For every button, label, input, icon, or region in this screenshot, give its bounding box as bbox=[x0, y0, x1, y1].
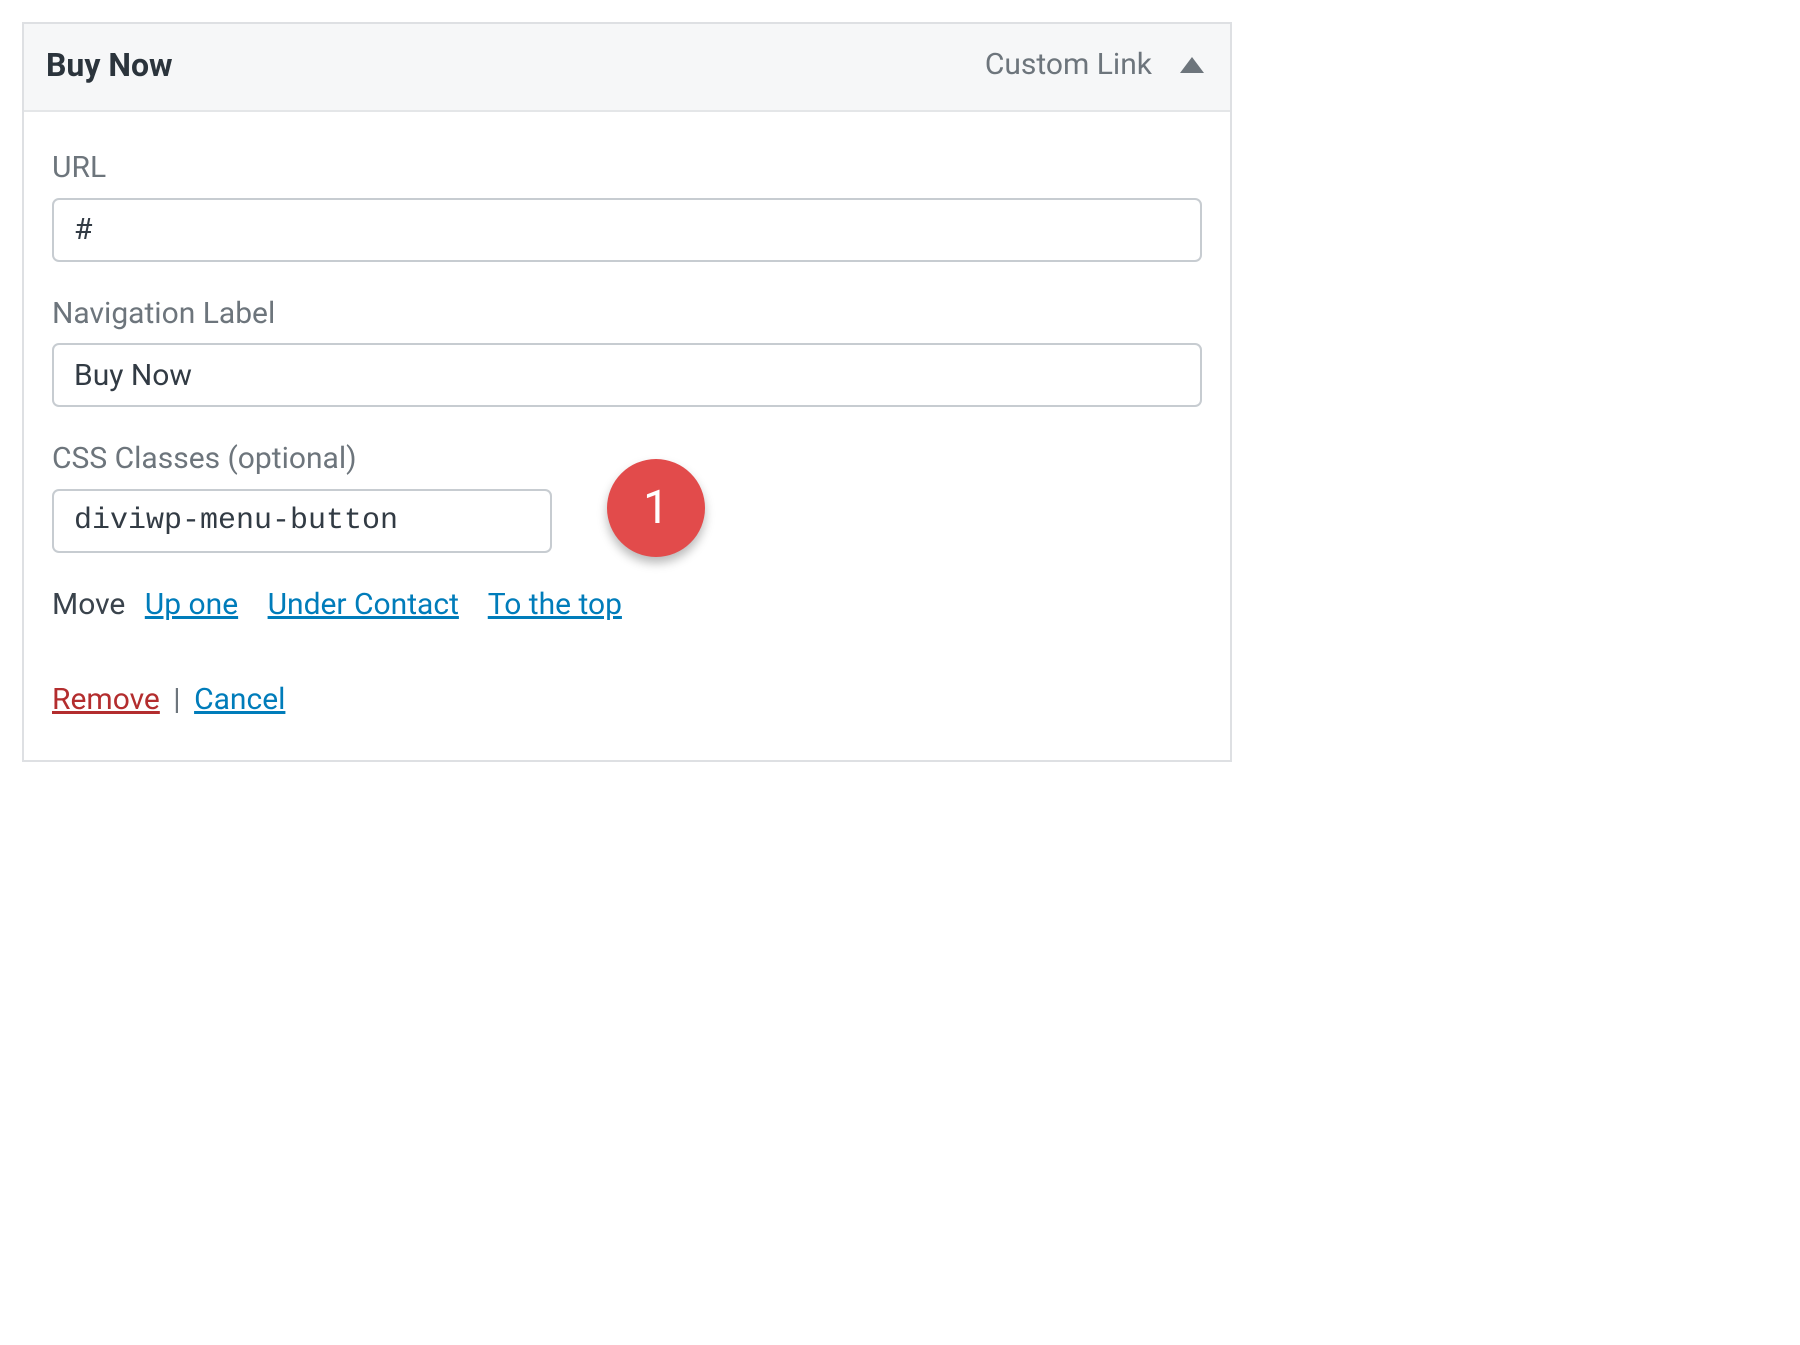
collapse-icon[interactable] bbox=[1180, 57, 1204, 73]
actions-row: Remove | Cancel bbox=[52, 678, 1202, 722]
nav-label-field-wrapper: Navigation Label bbox=[52, 292, 1202, 408]
move-under-link[interactable]: Under Contact bbox=[268, 587, 459, 622]
url-field-wrapper: URL bbox=[52, 146, 1202, 262]
menu-item-header-right: Custom Link bbox=[985, 43, 1204, 87]
css-classes-field-wrapper: CSS Classes (optional) 1 bbox=[52, 437, 1202, 553]
remove-link[interactable]: Remove bbox=[52, 682, 160, 717]
menu-item-panel: Buy Now Custom Link URL Navigation Label… bbox=[22, 22, 1232, 762]
actions-separator: | bbox=[173, 682, 180, 717]
menu-item-type: Custom Link bbox=[985, 43, 1152, 87]
move-row: Move Up one Under Contact To the top bbox=[52, 583, 1202, 627]
move-label: Move bbox=[52, 587, 125, 622]
css-classes-input[interactable] bbox=[52, 489, 552, 553]
annotation-badge-1: 1 bbox=[607, 459, 705, 557]
move-up-one-link[interactable]: Up one bbox=[145, 587, 238, 622]
nav-label-label: Navigation Label bbox=[52, 292, 1202, 336]
url-input[interactable] bbox=[52, 198, 1202, 262]
menu-item-body: URL Navigation Label CSS Classes (option… bbox=[24, 112, 1230, 760]
cancel-link[interactable]: Cancel bbox=[194, 682, 285, 717]
menu-item-title: Buy Now bbox=[46, 42, 173, 88]
move-to-top-link[interactable]: To the top bbox=[488, 587, 622, 622]
menu-item-header[interactable]: Buy Now Custom Link bbox=[24, 24, 1230, 112]
url-label: URL bbox=[52, 146, 1202, 190]
nav-label-input[interactable] bbox=[52, 343, 1202, 407]
